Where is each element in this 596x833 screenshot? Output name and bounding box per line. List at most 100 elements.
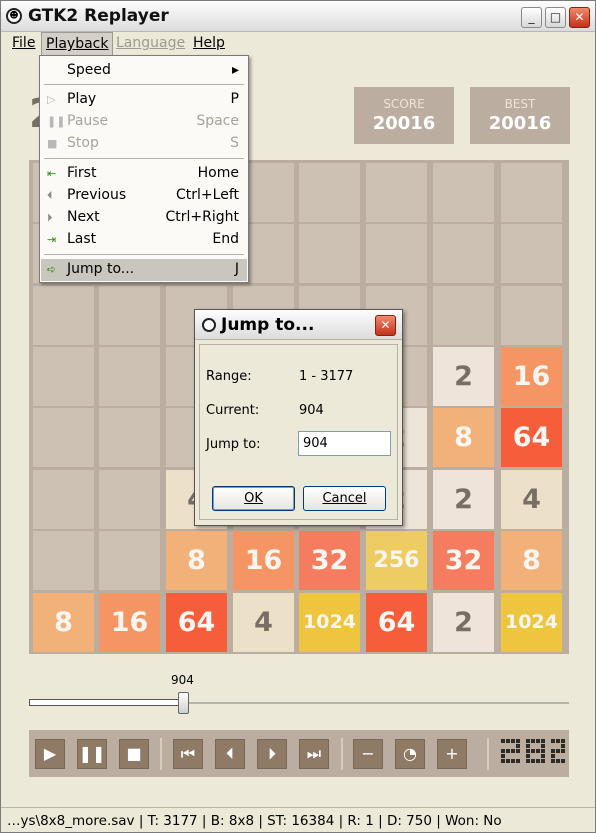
menu-separator [44,158,244,159]
jump-dialog: Jump to... ✕ Range: 1 - 3177 Current: 90… [194,309,403,526]
empty-cell [99,531,160,590]
empty-cell [33,347,94,406]
current-label: Current: [206,403,260,418]
range-label: Range: [206,369,252,384]
tile-4: 4 [233,593,294,652]
previous-label: Previous [67,187,127,203]
last-button[interactable]: ⏭ [299,739,329,769]
jump-arrow-icon: ➪ [47,263,57,276]
skip-last-icon: ⇥ [47,233,57,246]
tile-64: 64 [501,408,562,467]
menu-item-play[interactable]: ▷ Play P [41,89,247,111]
menu-bar: File Playback Language Help [1,32,595,55]
zoom-in-button[interactable]: + [437,739,467,769]
menu-item-first[interactable]: ⇤ First Home [41,163,247,185]
jump-to-input[interactable] [298,431,391,456]
menu-item-speed[interactable]: Speed ▸ [41,60,247,82]
last-shortcut: End [212,231,239,247]
previous-shortcut: Ctrl+Left [176,187,239,203]
menu-item-next[interactable]: ⏵ Next Ctrl+Right [41,207,247,229]
cancel-label: Cancel [322,491,367,506]
menu-item-stop[interactable]: ■ Stop S [41,133,247,155]
menu-help[interactable]: Help [193,35,225,51]
toolbar-separator [341,738,343,770]
menu-item-pause[interactable]: ❚❚ Pause Space [41,111,247,133]
tile-8: 8 [501,531,562,590]
cancel-button[interactable]: Cancel [303,486,386,511]
best-label: BEST [504,97,536,111]
tile-32: 32 [299,531,360,590]
replay-slider[interactable] [29,691,569,715]
playback-toolbar: ▶ ❚❚ ■ ⏮ ⏴ ⏵ ⏭ − ◔ + [29,730,569,777]
empty-cell [33,408,94,467]
menu-file[interactable]: File [12,35,35,51]
best-value: 20016 [488,113,552,134]
play-shortcut: P [230,91,239,107]
current-value: 904 [299,403,324,418]
zoom-out-button[interactable]: − [353,739,383,769]
tile-64: 64 [366,593,427,652]
tile-16: 16 [501,347,562,406]
pause-icon: ❚❚ [47,115,66,128]
plus-icon: + [445,744,459,763]
slider-fill [29,699,183,706]
first-button[interactable]: ⏮ [173,739,203,769]
jump-shortcut: J [234,261,239,277]
smiley-icon: ☻ [6,8,22,24]
last-label: Last [67,231,97,247]
pause-label: Pause [67,113,109,129]
ok-button[interactable]: OK [212,486,295,511]
menu-item-last[interactable]: ⇥ Last End [41,229,247,251]
tile-8: 8 [33,593,94,652]
close-button[interactable]: ✕ [569,7,590,28]
range-value: 1 - 3177 [299,369,354,384]
window-title: GTK2 Replayer [28,6,169,26]
score-value: 20016 [372,113,436,134]
dialog-title: Jump to... [221,315,315,335]
jump-label: Jump to... [67,261,135,277]
empty-cell [433,286,494,345]
title-bar[interactable]: ☻ GTK2 Replayer _ □ ✕ [1,1,595,32]
empty-cell [299,224,360,283]
empty-cell [33,531,94,590]
play-button[interactable]: ▶ [35,739,65,769]
stop-icon: ■ [126,744,142,763]
pause-button[interactable]: ❚❚ [77,739,107,769]
menu-playback[interactable]: Playback [41,32,114,55]
step-forward-icon: ⏵ [47,211,53,224]
menu-language[interactable]: Language [116,35,185,51]
tile-64: 64 [166,593,227,652]
skip-first-icon: ⏮ [180,744,196,763]
score-box: SCORE 20016 [354,87,454,144]
dialog-close-button[interactable]: ✕ [375,315,396,336]
stop-icon: ■ [47,137,58,150]
tile-2: 2 [433,470,494,529]
speed-gauge-button[interactable]: ◔ [395,739,425,769]
minimize-button[interactable]: _ [521,7,542,28]
next-button[interactable]: ⏵ [257,739,287,769]
tile-256: 256 [366,531,427,590]
board-size-logo-icon [501,739,567,769]
play-icon: ▶ [43,744,57,763]
previous-button[interactable]: ⏴ [215,739,245,769]
empty-cell [366,163,427,222]
empty-cell [33,286,94,345]
dialog-title-bar[interactable]: Jump to... ✕ [195,310,402,340]
empty-cell [433,224,494,283]
tile-8: 8 [433,408,494,467]
empty-cell [501,163,562,222]
maximize-button[interactable]: □ [545,7,566,28]
toolbar-separator [160,738,162,770]
play-icon: ▷ [47,93,56,106]
skip-first-icon: ⇤ [47,167,57,180]
tile-1024: 1024 [299,593,360,652]
stop-button[interactable]: ■ [119,739,149,769]
tile-8: 8 [166,531,227,590]
playback-menu: Speed ▸ ▷ Play P ❚❚ Pause Space ■ Stop S… [39,55,249,283]
tile-1024: 1024 [501,593,562,652]
speed-label: Speed [67,62,111,78]
slider-thumb[interactable] [178,692,189,714]
menu-item-jump-to[interactable]: ➪ Jump to... J [41,259,247,281]
menu-item-previous[interactable]: ⏴ Previous Ctrl+Left [41,185,247,207]
step-back-icon: ⏴ [47,189,53,202]
